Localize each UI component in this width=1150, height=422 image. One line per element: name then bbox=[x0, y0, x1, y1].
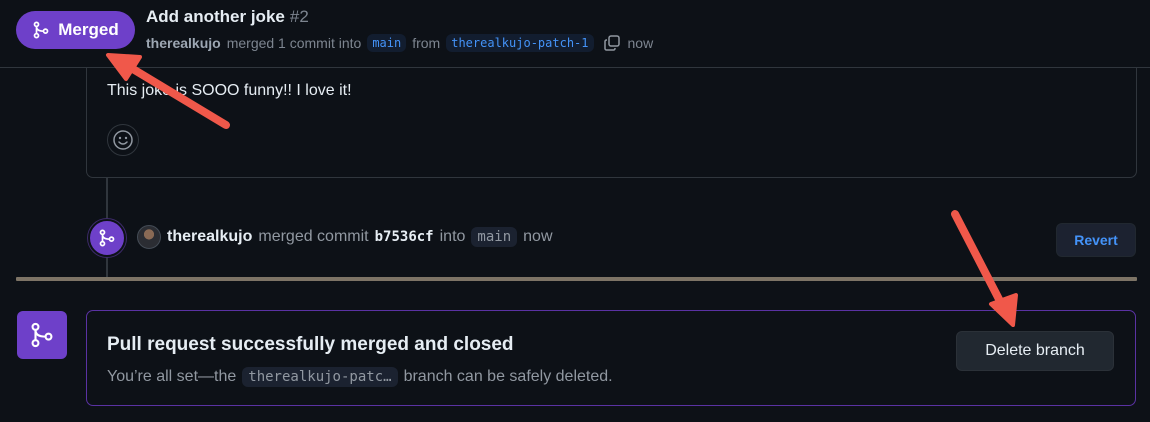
add-reaction-button[interactable] bbox=[107, 124, 139, 156]
deletable-branch-chip[interactable]: therealkujo-patc… bbox=[242, 367, 398, 387]
pr-title-text: Add another joke bbox=[146, 7, 285, 26]
avatar[interactable] bbox=[137, 225, 161, 249]
event-user-link[interactable]: therealkujo bbox=[167, 228, 252, 246]
merge-desc-prefix: You’re all set—the bbox=[107, 368, 237, 385]
smiley-icon bbox=[113, 130, 133, 150]
pr-title: Add another joke #2 bbox=[146, 7, 309, 27]
author-link[interactable]: therealkujo bbox=[146, 35, 221, 51]
merged-status-badge: Merged bbox=[16, 11, 135, 49]
merge-status-icon bbox=[17, 311, 67, 359]
merge-status-panel: Pull request successfully merged and clo… bbox=[86, 310, 1136, 406]
base-branch-chip[interactable]: main bbox=[367, 34, 407, 52]
arrow-to-delete-branch bbox=[951, 210, 1018, 327]
merge-action-text: merged 1 commit into bbox=[226, 35, 362, 51]
commit-sha-link[interactable]: b7536cf bbox=[375, 229, 434, 245]
pr-number: #2 bbox=[289, 7, 309, 26]
comment-body: This joke is SOOO funny!! I love it! bbox=[107, 82, 352, 99]
git-merge-icon bbox=[99, 229, 115, 247]
pr-sticky-header: Merged Add another joke #2 therealkujo me… bbox=[0, 0, 1150, 68]
merge-status-title: Pull request successfully merged and clo… bbox=[107, 334, 514, 355]
timeline-divider bbox=[16, 277, 1137, 281]
event-into: into bbox=[439, 228, 466, 245]
event-branch-chip[interactable]: main bbox=[471, 227, 518, 247]
merge-desc-suffix: branch can be safely deleted. bbox=[403, 368, 613, 385]
delete-branch-button[interactable]: Delete branch bbox=[956, 331, 1114, 371]
git-merge-icon bbox=[31, 322, 53, 348]
event-time: now bbox=[523, 228, 553, 245]
revert-button[interactable]: Revert bbox=[1056, 223, 1136, 257]
from-text: from bbox=[412, 35, 441, 51]
merge-event-text: therealkujo merged commit b7536cf into m… bbox=[167, 225, 553, 249]
event-action: merged commit bbox=[258, 228, 369, 245]
merge-time: now bbox=[627, 35, 654, 51]
merge-status-description: You’re all set—the therealkujo-patc… bra… bbox=[107, 365, 613, 389]
merge-event-badge bbox=[88, 219, 126, 257]
merged-status-label: Merged bbox=[58, 20, 119, 39]
pr-meta: therealkujo merged 1 commit into main fr… bbox=[146, 32, 653, 54]
head-branch-chip[interactable]: therealkujo-patch-1 bbox=[446, 34, 594, 52]
git-merge-icon bbox=[33, 21, 49, 39]
copy-icon[interactable] bbox=[602, 33, 622, 53]
